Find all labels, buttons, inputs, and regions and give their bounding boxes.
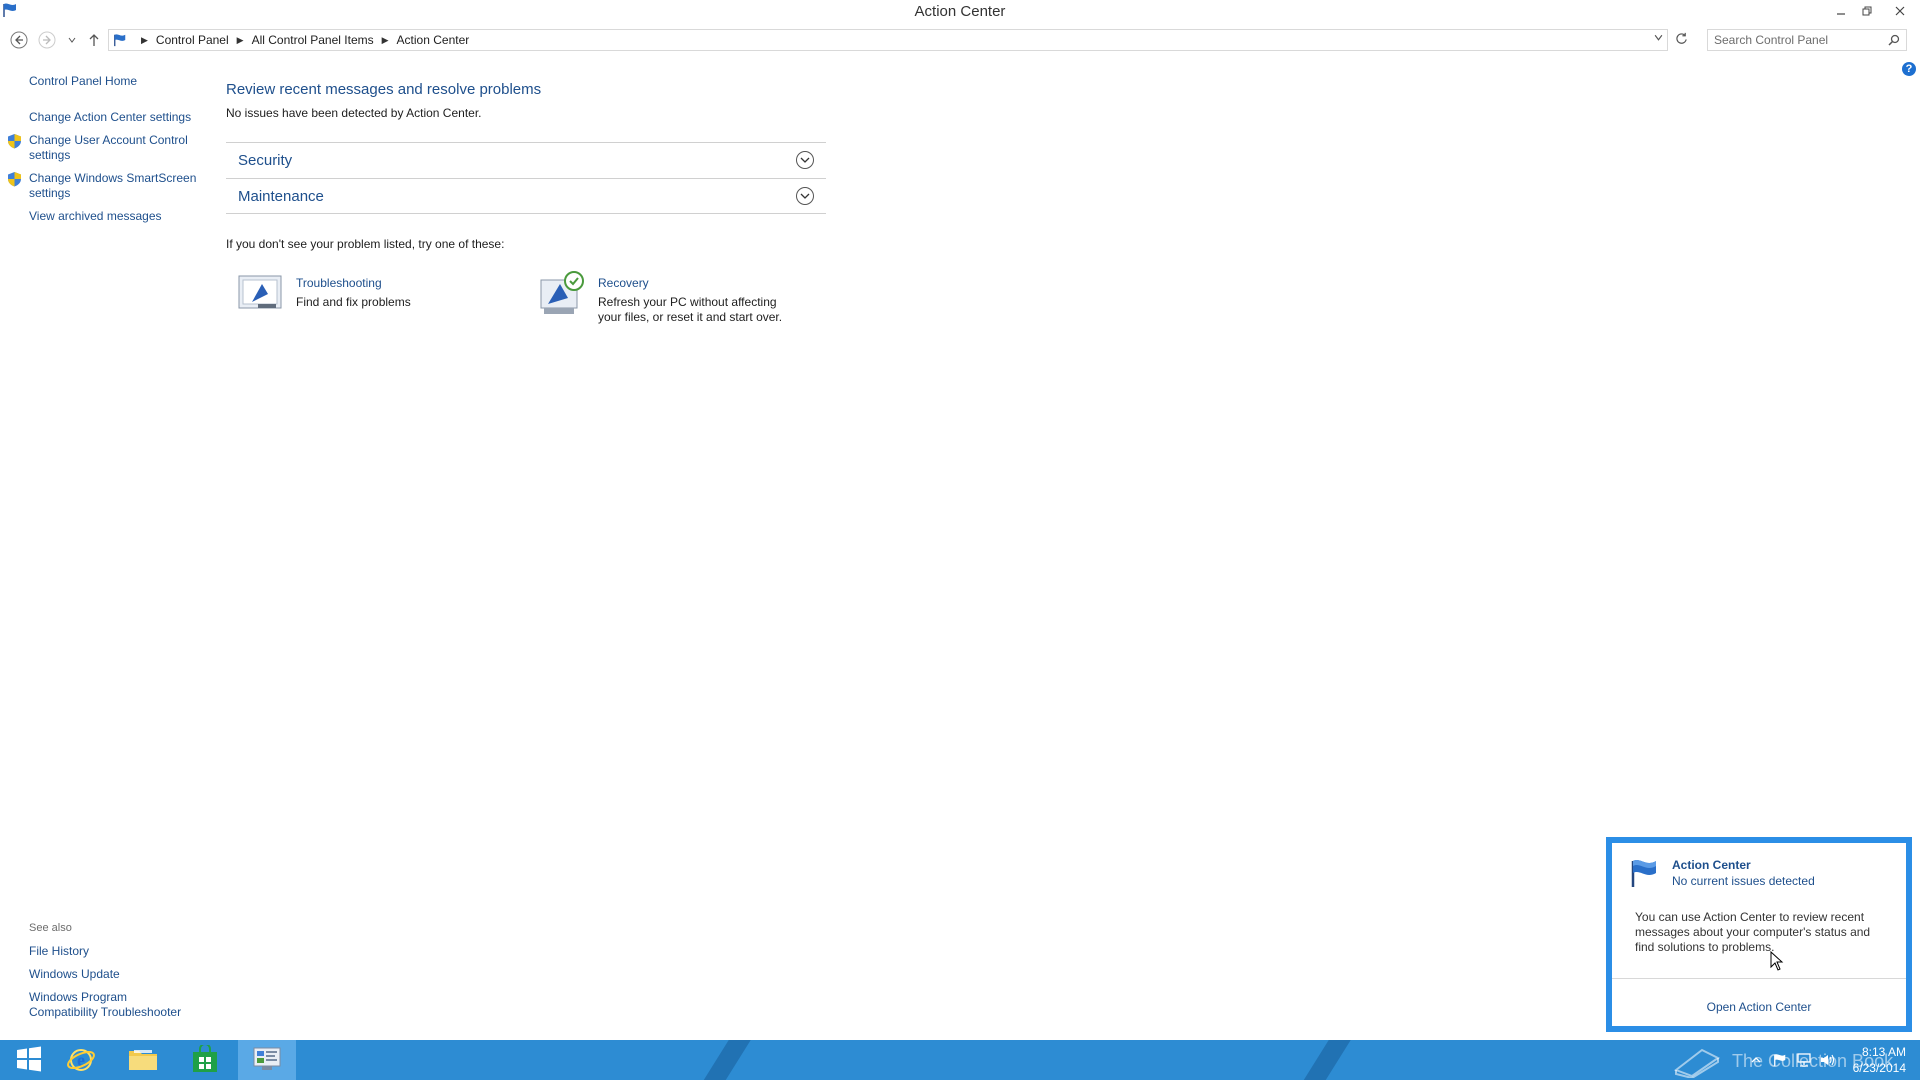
up-button[interactable] bbox=[84, 30, 104, 50]
show-hidden-icons-chevron-icon[interactable] bbox=[1748, 1052, 1764, 1068]
windows-update-link[interactable]: Windows Update bbox=[29, 967, 199, 982]
system-tray bbox=[1748, 1052, 1836, 1068]
windows-logo-icon[interactable] bbox=[16, 1046, 42, 1075]
breadcrumb-separator-icon: ▶ bbox=[141, 34, 148, 45]
control-panel-flag-icon bbox=[113, 33, 127, 47]
expand-chevron-icon[interactable] bbox=[796, 187, 814, 205]
open-action-center-link[interactable]: Open Action Center bbox=[1612, 1000, 1906, 1014]
breadcrumb-action-center[interactable]: Action Center bbox=[397, 33, 470, 47]
recovery-link[interactable]: Recovery bbox=[598, 276, 649, 290]
wallpaper-stripe bbox=[691, 1040, 751, 1080]
flyout-description: You can use Action Center to review rece… bbox=[1635, 910, 1871, 954]
breadcrumb-separator-icon: ▶ bbox=[236, 34, 244, 45]
breadcrumb-all-control-panel-items[interactable]: All Control Panel Items bbox=[252, 33, 374, 47]
taskbar-clock[interactable]: 8:13 AM 6/23/2014 bbox=[1853, 1044, 1906, 1076]
page-title: Review recent messages and resolve probl… bbox=[226, 81, 542, 98]
change-uac-settings-link[interactable]: Change User Account Control settings bbox=[29, 133, 199, 163]
troubleshooting-description: Find and fix problems bbox=[296, 295, 411, 309]
refresh-button[interactable] bbox=[1672, 29, 1690, 47]
flyout-divider bbox=[1612, 978, 1906, 979]
change-smartscreen-settings-link[interactable]: Change Windows SmartScreen settings bbox=[29, 171, 199, 201]
internet-explorer-icon[interactable]: e bbox=[66, 1044, 96, 1077]
status-message: No issues have been detected by Action C… bbox=[226, 106, 482, 120]
help-icon[interactable]: ? bbox=[1902, 62, 1916, 76]
close-button[interactable] bbox=[1880, 0, 1920, 22]
title-bar: Action Center bbox=[0, 0, 1920, 22]
breadcrumb-control-panel[interactable]: Control Panel bbox=[156, 33, 229, 47]
mouse-cursor-icon bbox=[1770, 950, 1784, 971]
see-also-heading: See also bbox=[29, 922, 72, 934]
store-bag-icon[interactable] bbox=[192, 1042, 218, 1076]
uac-shield-icon bbox=[7, 171, 22, 187]
view-archived-messages-link[interactable]: View archived messages bbox=[29, 209, 199, 224]
network-icon[interactable] bbox=[1796, 1052, 1812, 1068]
clock-time: 8:13 AM bbox=[1861, 1045, 1906, 1059]
start-button[interactable] bbox=[0, 1040, 58, 1080]
control-panel-taskbar-button[interactable] bbox=[238, 1040, 296, 1080]
address-dropdown-icon[interactable] bbox=[1654, 33, 1663, 45]
folder-icon[interactable] bbox=[128, 1046, 158, 1075]
window-controls bbox=[1828, 0, 1920, 22]
uac-shield-icon bbox=[7, 133, 22, 149]
maintenance-section[interactable]: Maintenance bbox=[226, 178, 826, 214]
security-section[interactable]: Security bbox=[226, 142, 826, 178]
volume-icon[interactable] bbox=[1820, 1052, 1836, 1068]
window-title: Action Center bbox=[914, 3, 1006, 20]
recovery-icon[interactable] bbox=[538, 270, 586, 321]
compatibility-troubleshooter-link[interactable]: Windows Program Compatibility Troublesho… bbox=[29, 990, 199, 1020]
minimize-button[interactable] bbox=[1828, 0, 1854, 22]
taskbar: e The Collection Book 8:13 AM 6/23/2014 bbox=[0, 1040, 1920, 1080]
control-panel-home-link[interactable]: Control Panel Home bbox=[29, 74, 199, 89]
security-section-title[interactable]: Security bbox=[238, 152, 292, 169]
clock-date: 6/23/2014 bbox=[1852, 1061, 1906, 1075]
address-bar[interactable]: ▶ Control Panel ▶ All Control Panel Item… bbox=[108, 29, 1668, 51]
back-button[interactable] bbox=[9, 30, 29, 50]
book-icon bbox=[1672, 1044, 1722, 1078]
action-center-tray-flag-icon[interactable] bbox=[1772, 1052, 1788, 1068]
file-history-link[interactable]: File History bbox=[29, 944, 199, 959]
breadcrumb-separator-icon: ▶ bbox=[381, 34, 389, 45]
maintenance-section-title[interactable]: Maintenance bbox=[238, 188, 324, 205]
recent-locations-chevron-icon[interactable] bbox=[62, 30, 82, 50]
wallpaper-stripe bbox=[1291, 1040, 1351, 1080]
internet-explorer-button[interactable]: e bbox=[52, 1040, 110, 1080]
navigation-bar: ▶ Control Panel ▶ All Control Panel Item… bbox=[0, 26, 1920, 54]
expand-chevron-icon[interactable] bbox=[796, 151, 814, 169]
action-center-flag-icon bbox=[1628, 857, 1660, 889]
search-box[interactable] bbox=[1707, 29, 1907, 51]
action-center-flyout: Action Center No current issues detected… bbox=[1606, 837, 1912, 1032]
troubleshooting-link[interactable]: Troubleshooting bbox=[296, 276, 382, 290]
recovery-description: Refresh your PC without affecting your f… bbox=[598, 295, 783, 324]
file-explorer-button[interactable] bbox=[114, 1040, 172, 1080]
store-button[interactable] bbox=[176, 1040, 234, 1080]
troubleshooting-icon[interactable] bbox=[238, 274, 284, 317]
search-input[interactable] bbox=[1714, 33, 1884, 47]
search-icon[interactable] bbox=[1888, 34, 1900, 49]
change-action-center-settings-link[interactable]: Change Action Center settings bbox=[29, 110, 199, 125]
flyout-status: No current issues detected bbox=[1672, 874, 1815, 888]
forward-button[interactable] bbox=[37, 30, 57, 50]
try-these-hint: If you don't see your problem listed, tr… bbox=[226, 237, 505, 251]
restore-button[interactable] bbox=[1854, 0, 1880, 22]
control-panel-icon[interactable] bbox=[252, 1045, 282, 1076]
flyout-title: Action Center bbox=[1672, 858, 1751, 872]
